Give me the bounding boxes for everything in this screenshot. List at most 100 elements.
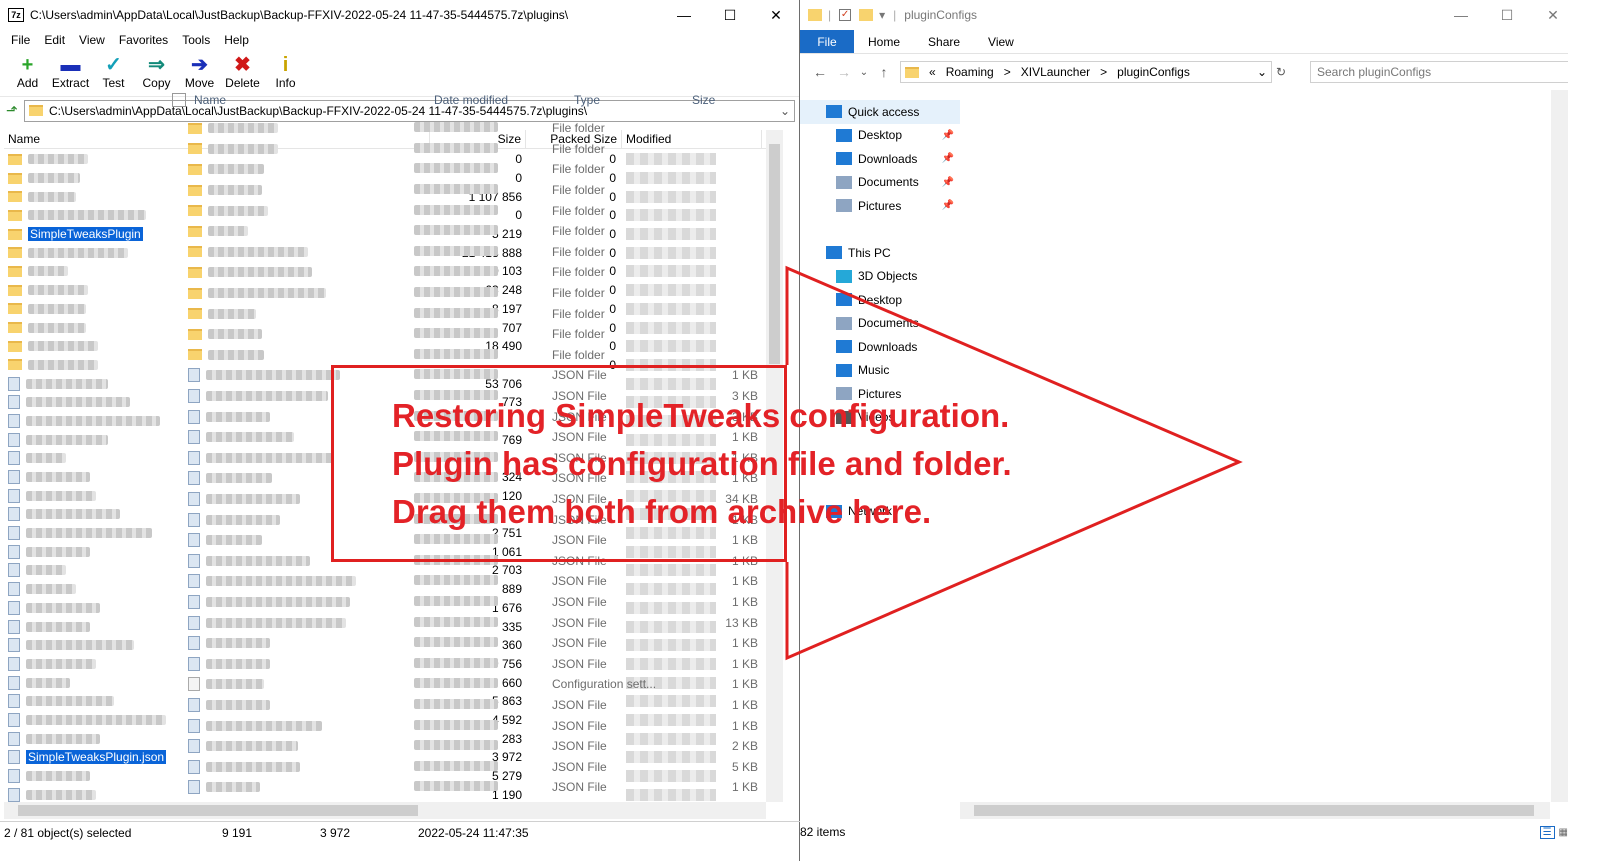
column-type[interactable]: Type [574,93,692,107]
list-item[interactable]: JSON File 1 KB [188,571,758,592]
redacted-date [414,740,498,751]
menu-file[interactable]: File [4,33,37,47]
list-item[interactable]: File folder [188,324,758,345]
menu-help[interactable]: Help [217,33,256,47]
list-item[interactable]: JSON File 1 KB [188,633,758,654]
name-cell [188,615,414,630]
menu-favorites[interactable]: Favorites [112,33,175,47]
explorer-ribbon: File Home Share View [800,30,1600,54]
nav-item[interactable]: 3D Objects [800,265,960,289]
list-item[interactable]: JSON File 1 KB [188,592,758,613]
size-cell: 13 KB [725,615,758,630]
menu-view[interactable]: View [72,33,112,47]
nav-item[interactable]: Downloads 📌 [800,147,960,171]
scrollbar-thumb[interactable] [974,805,1534,816]
details-view-icon[interactable]: ☰ [1539,825,1555,839]
list-item[interactable]: File folder [188,221,758,242]
redacted-name [28,266,68,277]
close-button[interactable]: ✕ [753,0,799,30]
nav-item[interactable]: Documents [800,312,960,336]
maximize-button[interactable]: ☐ [1484,0,1530,30]
maximize-button[interactable]: ☐ [707,0,753,30]
list-item[interactable]: JSON File 1 KB [188,653,758,674]
nav-item[interactable]: Desktop 📌 [800,124,960,148]
list-item[interactable]: File folder [188,180,758,201]
redacted-name [26,565,66,576]
breadcrumb-separator[interactable]: « [929,65,936,79]
breadcrumb-item[interactable]: Roaming [946,65,994,79]
forward-arrow-icon[interactable]: → [832,64,856,80]
menu-tools[interactable]: Tools [175,33,217,47]
back-arrow-icon[interactable]: ← [808,64,832,80]
redacted-date [414,122,498,133]
folder-up-icon[interactable]: ⬏ [6,102,24,119]
pin-icon[interactable]: 📌 [942,200,954,211]
menu-edit[interactable]: Edit [37,33,72,47]
explorer-address-bar[interactable]: « Roaming > XIVLauncher > pluginConfigs ⌄ [900,61,1272,83]
chevron-down-icon[interactable]: ⌄ [1257,65,1267,79]
list-item[interactable]: File folder [188,303,758,324]
redacted-name [206,679,264,690]
list-item[interactable]: File folder [188,159,758,180]
list-item[interactable]: File folder [188,139,758,160]
nav-item[interactable]: Pictures 📌 [800,194,960,218]
refresh-icon[interactable]: ↻ [1272,65,1290,79]
chevron-down-icon[interactable]: ▾ [879,8,885,22]
column-date-modified[interactable]: Date modified [434,93,574,107]
nav-item[interactable]: Documents 📌 [800,171,960,195]
ribbon-tab-file[interactable]: File [800,30,854,53]
list-item[interactable]: File folder [188,345,758,366]
column-name[interactable]: Name [194,93,434,107]
list-item[interactable]: File folder [188,118,758,139]
date-cell [414,657,552,671]
list-item[interactable]: JSON File 1 KB [188,695,758,716]
breadcrumb-separator[interactable]: > [1100,65,1107,79]
search-input[interactable]: Search pluginConfigs ⌕ [1310,61,1594,83]
chevron-down-icon[interactable]: ⌄ [780,104,790,118]
select-all-checkbox[interactable] [172,93,186,107]
list-item[interactable]: File folder [188,242,758,263]
scrollbar-thumb[interactable] [18,805,418,816]
recent-locations-icon[interactable]: ⌄ [856,67,872,78]
breadcrumb-item[interactable]: pluginConfigs [1117,65,1190,79]
nav-label: Quick access [848,104,920,119]
list-item[interactable]: JSON File 1 KB [188,715,758,736]
list-item[interactable]: File folder [188,262,758,283]
nav-item[interactable]: Desktop [800,288,960,312]
pin-icon[interactable]: 📌 [942,177,954,188]
minimize-button[interactable]: — [661,0,707,30]
list-item[interactable]: JSON File 2 KB [188,736,758,757]
nav-item[interactable]: Music [800,359,960,383]
minimize-button[interactable]: — [1438,0,1484,30]
ribbon-tab-share[interactable]: Share [914,30,974,53]
archive-horizontal-scrollbar[interactable] [4,802,766,819]
properties-icon[interactable]: ✓ [839,9,852,21]
list-item[interactable]: Configuration sett... 1 KB [188,674,758,695]
up-arrow-icon[interactable]: ↑ [872,64,896,80]
list-item[interactable]: JSON File 1 KB [188,777,758,798]
ribbon-tab-view[interactable]: View [974,30,1028,53]
new-folder-icon[interactable] [859,9,874,21]
list-item[interactable]: File folder [188,200,758,221]
nav-item[interactable]: This PC [800,241,960,265]
explorer-vertical-scrollbar[interactable] [1551,90,1568,802]
test-button[interactable]: ✓ Test [92,54,135,96]
list-item[interactable]: JSON File 5 KB [188,756,758,777]
large-icons-view-icon[interactable]: ▦ [1559,827,1568,838]
add-button[interactable]: + Add [6,54,49,96]
breadcrumb-separator[interactable]: > [1004,65,1011,79]
explorer-horizontal-scrollbar[interactable] [960,802,1550,819]
nav-item[interactable]: Quick access [800,100,960,124]
extract-button[interactable]: ▬ Extract [49,54,92,96]
pin-icon[interactable]: 📌 [942,130,954,141]
list-item[interactable]: JSON File 13 KB [188,612,758,633]
scrollbar-thumb[interactable] [769,144,780,364]
column-size[interactable]: Size [692,93,752,107]
redacted-name [26,789,96,800]
type-cell: File folder [552,244,605,259]
nav-item[interactable]: Downloads [800,335,960,359]
breadcrumb-item[interactable]: XIVLauncher [1021,65,1090,79]
pin-icon[interactable]: 📌 [942,153,954,164]
ribbon-tab-home[interactable]: Home [854,30,914,53]
list-item[interactable]: File folder [188,283,758,304]
